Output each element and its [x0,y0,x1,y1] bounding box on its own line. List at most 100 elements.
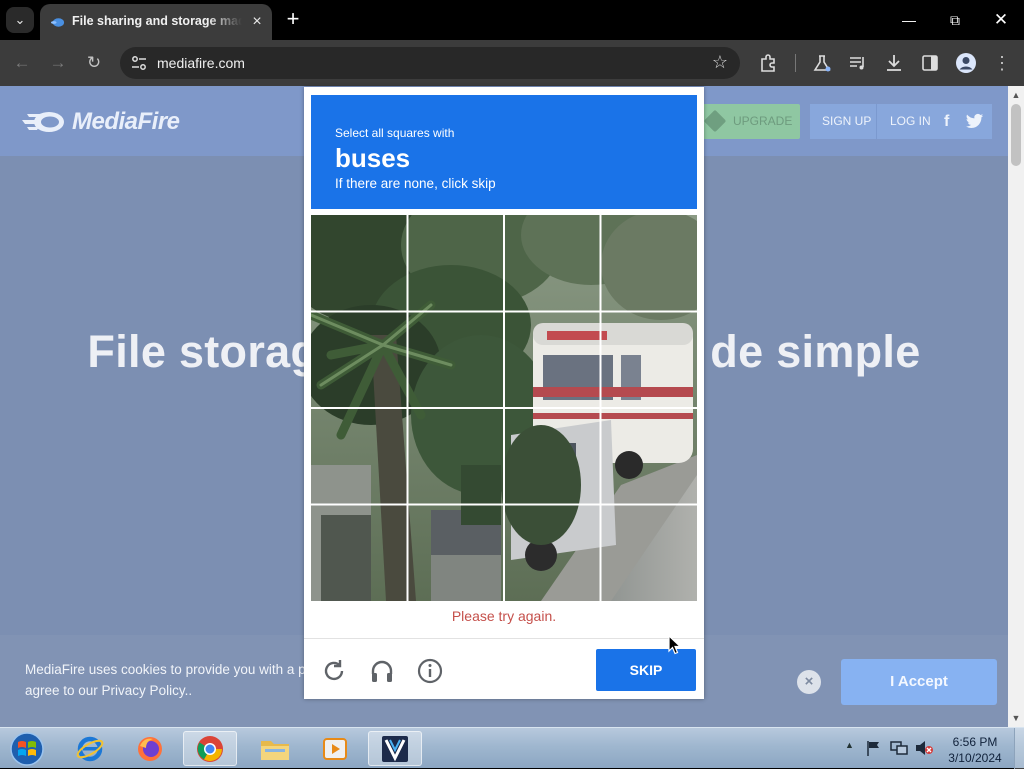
cookie-text: MediaFire uses cookies to provide you wi… [25,659,305,701]
cookie-close-button[interactable]: × [797,670,821,694]
active-tab[interactable]: File sharing and storage made simple × [40,4,272,40]
captcha-tile[interactable] [602,409,697,504]
side-panel-icon[interactable] [920,53,940,73]
facebook-icon[interactable]: f [944,104,949,139]
folder-icon [261,740,289,760]
labs-flask-icon[interactable] [812,53,832,73]
captcha-tile[interactable] [408,409,503,504]
refresh-icon[interactable] [320,657,348,685]
captcha-dialog: Select all squares with buses If there a… [304,87,704,699]
site-settings-icon[interactable] [130,54,148,72]
captcha-image-grid [311,215,697,601]
reload-button[interactable]: ↻ [82,51,106,75]
show-desktop-button[interactable] [1014,728,1024,769]
volume-muted-icon[interactable] [914,740,934,756]
media-player-icon [323,737,347,760]
taskbar-clock[interactable]: 6:56 PM 3/10/2024 [940,734,1010,766]
captcha-error-message: Please try again. [451,608,557,624]
captcha-header: Select all squares with buses If there a… [311,95,697,209]
upgrade-icon [703,109,727,133]
minimize-button[interactable]: — [894,8,924,32]
mediafire-favicon-icon [50,18,65,27]
captcha-tile[interactable] [408,215,503,310]
captcha-tile[interactable] [408,506,503,601]
captcha-tile[interactable] [311,506,406,601]
bookmark-star-icon[interactable]: ☆ [712,52,728,73]
captcha-tile[interactable] [505,215,600,310]
browser-menu-icon[interactable]: ⋮ [990,51,1014,75]
mediafire-logo-icon [22,112,64,132]
close-window-button[interactable]: ✕ [986,8,1016,32]
captcha-tile[interactable] [505,506,600,601]
scroll-up-arrow-icon[interactable]: ▲ [1008,88,1024,102]
tab-search-button[interactable]: ⌄ [6,7,34,33]
tab-strip: ⌄ File sharing and storage made simple ×… [0,0,1024,40]
url-text: mediafire.com [157,55,245,71]
chrome-icon [197,735,223,762]
captcha-tiles [311,215,697,601]
twitter-icon[interactable] [965,113,984,130]
captcha-tile[interactable] [311,409,406,504]
download-icon[interactable] [884,53,904,73]
taskbar-internet-explorer[interactable] [63,731,117,766]
clock-time: 6:56 PM [952,735,998,749]
audio-challenge-headphones-icon[interactable] [368,657,396,685]
forward-button[interactable]: → [46,51,70,75]
accept-cookies-button[interactable]: I Accept [841,659,997,705]
mouse-cursor-icon [668,635,682,655]
toolbar-separator [795,54,796,72]
clock-date: 3/10/2024 [948,751,1002,765]
chevron-down-icon: ⌄ [14,12,26,27]
upgrade-label: UPGRADE [733,114,793,128]
hero-text-right: de simple [710,326,921,377]
captcha-tile[interactable] [602,506,697,601]
nav-divider [876,104,877,139]
logo-text: MediaFire [72,108,180,135]
tray-expand-arrow-icon[interactable]: ▲ [845,740,854,750]
info-icon[interactable] [416,657,444,685]
captcha-footer-divider [304,638,704,639]
extensions-icon[interactable] [758,53,778,73]
page-scrollbar[interactable]: ▲ ▼ [1008,86,1024,727]
address-bar[interactable]: mediafire.com ☆ [120,47,740,79]
taskbar-chrome[interactable] [183,731,237,766]
browser-toolbar: ← → ↻ mediafire.com ☆ ⋮ [0,40,1024,86]
new-tab-button[interactable]: + [282,8,304,30]
restore-button[interactable]: ⧉ [940,8,970,32]
vpn-app-icon [382,735,408,762]
media-control-icon[interactable] [848,53,868,73]
firefox-icon [138,736,162,761]
captcha-tile[interactable] [505,409,600,504]
taskbar-firefox[interactable] [123,731,177,766]
taskbar-media-player[interactable] [308,731,362,766]
cookie-line-1: MediaFire uses cookies to provide you wi… [25,662,305,677]
profile-avatar-icon[interactable] [955,52,977,74]
back-button[interactable]: ← [10,51,34,75]
captcha-target-word: buses [335,143,411,173]
upgrade-button[interactable]: UPGRADE [700,104,800,139]
captcha-tile[interactable] [505,312,600,407]
internet-explorer-icon [76,736,104,761]
network-icon[interactable] [890,740,908,756]
login-link[interactable]: LOG IN [890,104,931,139]
start-button-icon[interactable] [6,730,48,768]
mediafire-logo[interactable]: MediaFire [22,106,180,138]
skip-button[interactable]: SKIP [596,649,696,691]
tab-title: File sharing and storage made simple [72,14,242,28]
cookie-privacy-link[interactable]: agree to our Privacy Policy.. [25,680,305,701]
scroll-down-arrow-icon[interactable]: ▼ [1008,711,1024,725]
taskbar-file-explorer[interactable] [248,731,302,766]
scroll-thumb[interactable] [1011,104,1021,166]
windows-taskbar: ▲ 6:56 PM 3/10/2024 [0,727,1024,769]
signup-link[interactable]: SIGN UP [822,104,871,139]
captcha-tile[interactable] [602,312,697,407]
taskbar-vpn-app[interactable] [368,731,422,766]
captcha-tile[interactable] [311,312,406,407]
captcha-tile[interactable] [602,215,697,310]
hero-text-left: File storag [87,326,319,377]
captcha-tile[interactable] [311,215,406,310]
tab-close-icon[interactable]: × [248,13,266,31]
action-center-flag-icon[interactable] [866,740,882,756]
captcha-tile[interactable] [408,312,503,407]
captcha-skip-hint: If there are none, click skip [335,176,496,191]
